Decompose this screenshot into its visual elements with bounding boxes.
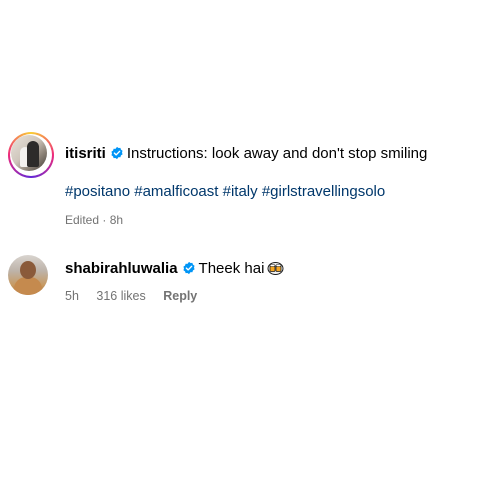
caption-author-avatar[interactable] <box>8 132 54 178</box>
comment-likes[interactable]: 316 likes <box>96 289 145 303</box>
reply-button[interactable]: Reply <box>163 289 197 303</box>
comment-meta: 5h 316 likes Reply <box>65 288 211 304</box>
caption-username[interactable]: itisriti <box>65 145 106 162</box>
comment-username[interactable]: shabirahluwalia <box>65 260 178 277</box>
beer-mugs-emoji <box>267 262 284 275</box>
avatar-figure-dark <box>27 141 39 167</box>
hashtag-link[interactable]: #amalficoast <box>134 183 218 200</box>
avatar-photo <box>11 135 47 171</box>
hashtag-link[interactable]: #italy <box>223 183 258 200</box>
hashtag-link[interactable]: #positano <box>65 183 130 200</box>
view-replies-line-cropped[interactable] <box>83 322 223 330</box>
caption-text: Instructions: look away and don't stop s… <box>126 145 428 162</box>
commenter-avatar[interactable] <box>8 255 48 295</box>
hashtag-link[interactable]: #girlstravellingsolo <box>262 183 385 200</box>
verified-badge-icon <box>183 261 195 275</box>
edited-timestamp: Edited · 8h <box>65 213 124 227</box>
comment-text: Theek hai <box>198 260 265 277</box>
avatar-head <box>20 261 36 279</box>
caption-line: itisriti Instructions: look away and don… <box>65 144 427 164</box>
verified-badge-icon <box>111 146 123 160</box>
avatar-body <box>14 277 42 295</box>
cropped-text-strokes <box>83 327 223 330</box>
comment-time: 5h <box>65 289 79 303</box>
comment-line: shabirahluwalia Theek hai <box>65 259 284 279</box>
hashtag-list: #positano #amalficoast #italy #girlstrav… <box>65 182 385 202</box>
